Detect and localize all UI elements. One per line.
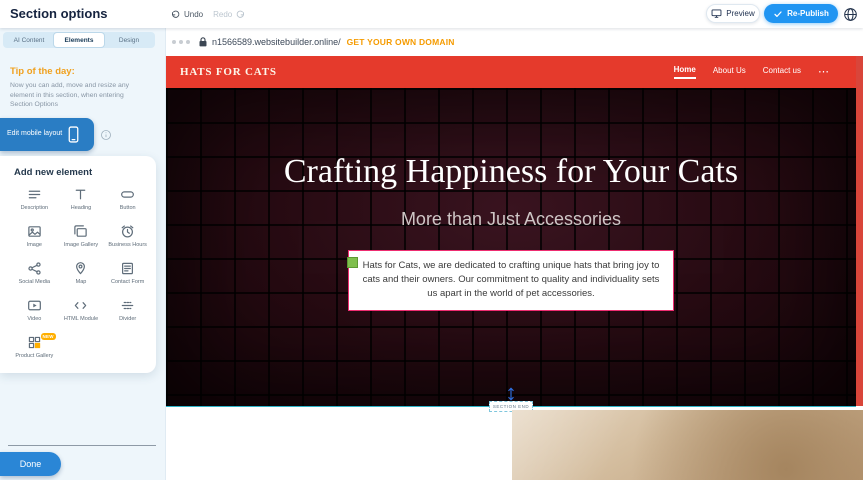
- new-badge: NEW: [41, 333, 56, 340]
- element-button[interactable]: Button: [105, 187, 150, 215]
- element-heading[interactable]: Heading: [59, 187, 104, 215]
- undo-label: Undo: [184, 10, 203, 19]
- element-product-gallery[interactable]: NEW Product Gallery: [12, 335, 57, 363]
- browser-dots: [172, 40, 190, 44]
- social-media-icon: [27, 261, 42, 276]
- section-options-sidebar: AI Content Elements Design Tip of the da…: [0, 28, 166, 480]
- html-module-icon: [73, 298, 88, 313]
- browser-dot: [179, 40, 183, 44]
- element-image-gallery[interactable]: Image Gallery: [59, 224, 104, 252]
- info-icon[interactable]: [100, 129, 112, 141]
- republish-label: Re-Publish: [787, 9, 829, 18]
- monitor-icon: [711, 8, 722, 19]
- tip-of-day-title: Tip of the day:: [10, 66, 75, 77]
- site-nav: Home About Us Contact us ⋯: [674, 65, 830, 79]
- element-image[interactable]: Image: [12, 224, 57, 252]
- top-toolbar: Section options Undo Redo Preview Re-Pub…: [0, 0, 863, 28]
- business-hours-icon: [120, 224, 135, 239]
- next-section-photo: [512, 410, 863, 480]
- site-preview: n1566589.websitebuilder.online/ GET YOUR…: [166, 28, 863, 480]
- redo-icon: [235, 9, 246, 20]
- nav-about-us[interactable]: About Us: [713, 66, 746, 78]
- republish-button[interactable]: Re-Publish: [764, 4, 838, 23]
- redo-label: Redo: [213, 10, 232, 19]
- hero-heading[interactable]: Crafting Happiness for Your Cats: [276, 88, 746, 195]
- product-gallery-icon: [27, 335, 42, 350]
- preview-scrollbar[interactable]: [856, 56, 863, 406]
- browser-bar: n1566589.websitebuilder.online/ GET YOUR…: [166, 28, 863, 56]
- button-icon: [120, 187, 135, 202]
- tip-of-day-body: Now you can add, move and resize any ele…: [10, 81, 146, 110]
- element-business-hours[interactable]: Business Hours: [105, 224, 150, 252]
- divider-icon: [120, 298, 135, 313]
- element-grid: Description Heading Button Image: [12, 187, 150, 363]
- contact-form-icon: [120, 261, 135, 276]
- element-social-media[interactable]: Social Media: [12, 261, 57, 289]
- browser-dot: [172, 40, 176, 44]
- element-contact-form[interactable]: Contact Form: [105, 261, 150, 289]
- hero-section[interactable]: Crafting Happiness for Your Cats More th…: [166, 88, 856, 406]
- tab-elements[interactable]: Elements: [54, 33, 104, 47]
- tab-design[interactable]: Design: [104, 33, 154, 47]
- site-url: n1566589.websitebuilder.online/: [212, 37, 341, 47]
- browser-dot: [186, 40, 190, 44]
- sidebar-divider: [8, 445, 156, 446]
- preview-button[interactable]: Preview: [706, 4, 760, 23]
- hero-body-text: Hats for Cats, we are dedicated to craft…: [363, 260, 660, 300]
- add-new-element-panel: Add new element Description Heading Butt…: [0, 156, 156, 373]
- site-header: HATS FOR CATS Home About Us Contact us ⋯: [166, 56, 856, 88]
- get-domain-link[interactable]: GET YOUR OWN DOMAIN: [347, 37, 455, 47]
- element-divider[interactable]: Divider: [105, 298, 150, 326]
- heading-icon: [73, 187, 88, 202]
- preview-label: Preview: [726, 9, 754, 18]
- site-logo[interactable]: HATS FOR CATS: [180, 66, 277, 78]
- page-title: Section options: [10, 6, 108, 21]
- element-html-module[interactable]: HTML Module: [59, 298, 104, 326]
- description-icon: [27, 187, 42, 202]
- edit-mobile-layout-button[interactable]: Edit mobile layout: [0, 118, 94, 151]
- image-icon: [27, 224, 42, 239]
- done-button[interactable]: Done: [0, 452, 61, 476]
- edit-mobile-label: Edit mobile layout: [7, 130, 62, 138]
- nav-contact-us[interactable]: Contact us: [763, 66, 801, 78]
- language-globe-icon[interactable]: [843, 7, 858, 22]
- sidebar-tabs: AI Content Elements Design: [3, 32, 155, 48]
- tab-ai-content[interactable]: AI Content: [4, 33, 54, 47]
- undo-button[interactable]: Undo: [170, 9, 203, 20]
- check-icon: [773, 9, 783, 19]
- add-element-title: Add new element: [14, 167, 150, 178]
- lock-icon: [198, 36, 208, 48]
- redo-button[interactable]: Redo: [213, 9, 246, 20]
- nav-more-icon[interactable]: ⋯: [818, 70, 830, 74]
- undo-icon: [170, 9, 181, 20]
- video-icon: [27, 298, 42, 313]
- history-controls: Undo Redo: [170, 0, 246, 28]
- nav-home[interactable]: Home: [674, 65, 696, 79]
- hero-subheading[interactable]: More than Just Accessories: [166, 209, 856, 230]
- element-map[interactable]: Map: [59, 261, 104, 289]
- selection-handle[interactable]: [347, 257, 358, 268]
- map-icon: [73, 261, 88, 276]
- image-gallery-icon: [73, 224, 88, 239]
- phone-icon: [68, 126, 79, 143]
- element-description[interactable]: Description: [12, 187, 57, 215]
- resize-arrows-icon[interactable]: [505, 387, 517, 401]
- element-video[interactable]: Video: [12, 298, 57, 326]
- hero-textbox[interactable]: Hats for Cats, we are dedicated to craft…: [348, 250, 674, 311]
